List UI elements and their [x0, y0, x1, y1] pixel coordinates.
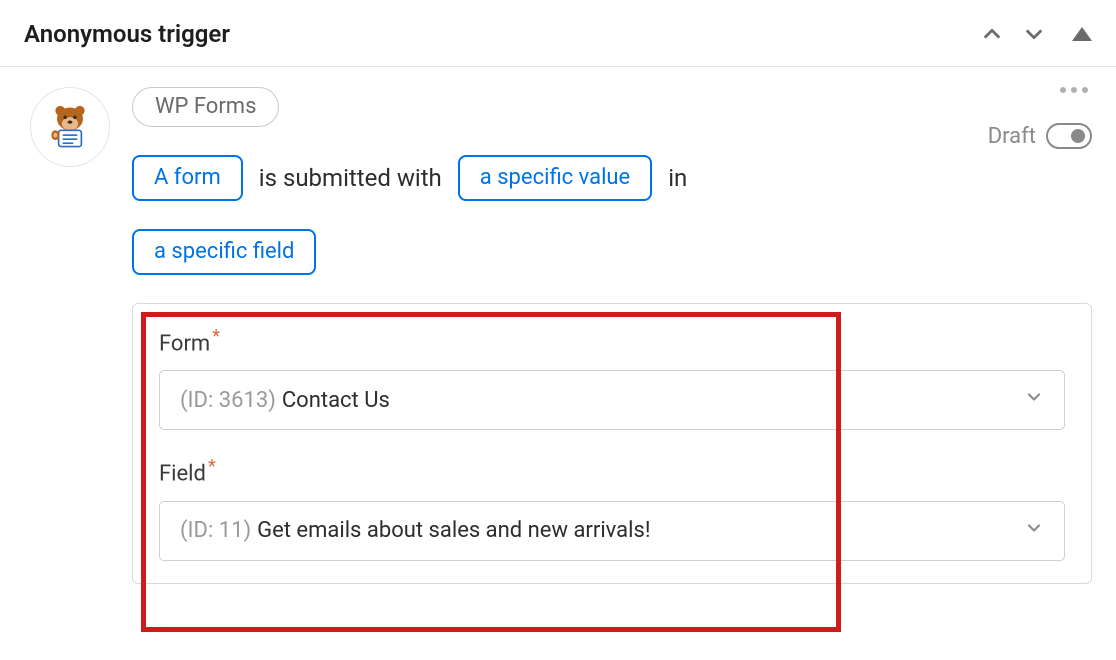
avatar-column: [30, 87, 110, 584]
chevron-down-icon: [1024, 387, 1044, 413]
chevron-down-icon: [1024, 518, 1044, 544]
wpforms-mascot-icon: [44, 101, 96, 153]
sentence-text: in: [668, 164, 687, 192]
required-asterisk: *: [208, 456, 216, 477]
panel-title: Anonymous trigger: [24, 20, 230, 48]
form-label: Form*: [159, 326, 1065, 356]
sentence-text: is submitted with: [259, 164, 442, 192]
field-id-prefix: (ID: 11): [180, 518, 251, 543]
move-up-button[interactable]: [980, 22, 1004, 46]
toggle-knob: [1071, 129, 1085, 143]
main-column: WP Forms A form is submitted with a spec…: [132, 87, 1092, 584]
field-label-text: Field: [159, 462, 206, 487]
status-toggle-group: Draft: [988, 123, 1092, 149]
collapse-icon[interactable]: [1072, 27, 1092, 41]
panel-header: Anonymous trigger: [0, 0, 1116, 67]
field-token[interactable]: a specific field: [132, 229, 316, 275]
required-asterisk: *: [212, 326, 220, 347]
trigger-top-row: WP Forms A form is submitted with a spec…: [132, 87, 1092, 275]
status-label: Draft: [988, 124, 1036, 149]
move-down-button[interactable]: [1022, 22, 1046, 46]
status-toggle[interactable]: [1046, 123, 1092, 149]
form-token[interactable]: A form: [132, 155, 243, 201]
integration-tag: WP Forms: [132, 87, 279, 127]
field-label: Field*: [159, 456, 1065, 486]
value-token[interactable]: a specific value: [458, 155, 652, 201]
field-select[interactable]: (ID: 11) Get emails about sales and new …: [159, 501, 1065, 561]
config-panel: Form* (ID: 3613) Contact Us Field*: [132, 303, 1092, 584]
form-label-text: Form: [159, 331, 210, 356]
form-id-prefix: (ID: 3613): [180, 388, 276, 413]
field-field-group: Field* (ID: 11) Get emails about sales a…: [159, 456, 1065, 560]
field-select-value: Get emails about sales and new arrivals!: [257, 518, 650, 543]
form-select[interactable]: (ID: 3613) Contact Us: [159, 370, 1065, 430]
more-options-button[interactable]: [1060, 87, 1092, 93]
content-area: WP Forms A form is submitted with a spec…: [0, 67, 1116, 584]
form-select-value: Contact Us: [282, 388, 390, 413]
integration-avatar: [30, 87, 110, 167]
right-controls: Draft: [988, 87, 1092, 149]
form-field-group: Form* (ID: 3613) Contact Us: [159, 326, 1065, 430]
trigger-sentence: WP Forms A form is submitted with a spec…: [132, 87, 832, 275]
header-controls: [980, 22, 1092, 46]
